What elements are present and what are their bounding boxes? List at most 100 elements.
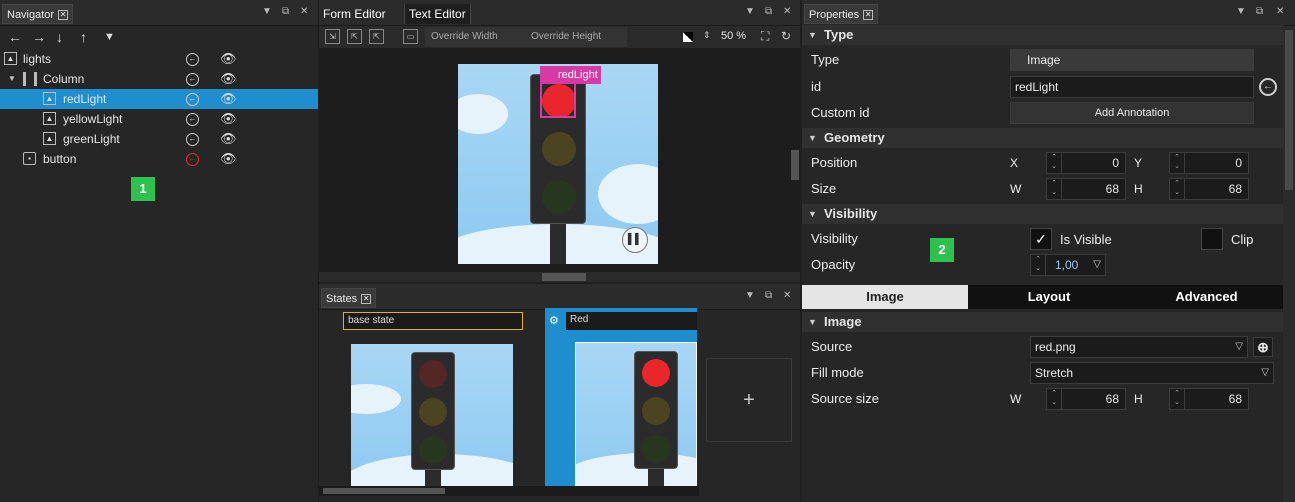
float-icon[interactable]: ⧉ bbox=[1256, 6, 1263, 17]
arrow-down-icon[interactable]: ↓ bbox=[56, 29, 63, 45]
yellow-lamp[interactable] bbox=[542, 132, 576, 166]
arrow-left-icon[interactable]: ← bbox=[8, 29, 22, 45]
opacity-spinbox[interactable]: ⌃ ⌄ 1,00 ▽ bbox=[1030, 254, 1106, 276]
snap-icon[interactable]: ⇱ bbox=[347, 29, 362, 44]
tab-text-editor[interactable]: Text Editor bbox=[404, 4, 471, 24]
close-panel-icon[interactable]: ✕ bbox=[300, 6, 308, 17]
chevron-down-icon[interactable]: ▽ bbox=[1261, 363, 1269, 383]
properties-tab[interactable]: Properties ✕ bbox=[804, 4, 879, 24]
override-width-field[interactable]: Override Width bbox=[425, 27, 525, 47]
tab-image[interactable]: Image bbox=[802, 285, 968, 309]
chevron-down-icon[interactable]: ▽ bbox=[1093, 255, 1101, 275]
alias-export-icon[interactable]: ← bbox=[186, 113, 199, 126]
override-height-field[interactable]: Override Height bbox=[525, 27, 627, 47]
close-panel-icon[interactable]: ✕ bbox=[783, 290, 791, 301]
eye-icon[interactable]: 👁 bbox=[220, 49, 237, 69]
properties-scrollbar[interactable] bbox=[1283, 26, 1295, 502]
base-state-card[interactable]: base state bbox=[341, 310, 541, 490]
float-icon[interactable]: ⧉ bbox=[765, 6, 772, 17]
stepper-icon[interactable]: ⌃ ⌄ bbox=[1047, 179, 1062, 199]
eye-icon[interactable]: 👁 bbox=[220, 129, 237, 149]
bounds-icon[interactable]: ▭ bbox=[403, 29, 418, 44]
tree-row-yellowlight[interactable]: ▲ yellowLight ← 👁 bbox=[0, 109, 318, 129]
tree-row-column[interactable]: ▼ Column ← 👁 bbox=[0, 69, 318, 89]
width-spinbox[interactable]: ⌃ ⌄ 68 bbox=[1046, 178, 1126, 200]
fill-mode-select[interactable]: Stretch ▽ bbox=[1030, 362, 1274, 384]
pause-button[interactable]: ▌▌ bbox=[622, 227, 648, 253]
stepper-icon[interactable]: ⌃ ⌄ bbox=[1047, 153, 1062, 173]
tree-row-greenlight[interactable]: ▲ greenLight ← 👁 bbox=[0, 129, 318, 149]
add-resource-icon[interactable]: ⊕ bbox=[1253, 337, 1273, 357]
base-state-name[interactable]: base state bbox=[343, 312, 523, 330]
navigator-tab[interactable]: Navigator ✕ bbox=[2, 4, 74, 24]
close-icon[interactable]: ✕ bbox=[863, 10, 874, 21]
stepper-icon[interactable]: ⌃ ⌄ bbox=[1170, 389, 1185, 409]
snap-anchor-icon[interactable]: ⇱ bbox=[369, 29, 384, 44]
dropdown-icon[interactable]: ▼ bbox=[745, 6, 755, 17]
section-visibility[interactable]: ▼ Visibility bbox=[802, 204, 1283, 224]
source-select[interactable]: red.png ▽ bbox=[1030, 336, 1248, 358]
tab-form-editor[interactable]: Form Editor bbox=[319, 4, 390, 24]
float-icon[interactable]: ⧉ bbox=[282, 6, 289, 17]
eye-icon[interactable]: 👁 bbox=[220, 109, 237, 129]
states-scrollbar-thumb[interactable] bbox=[323, 488, 445, 494]
stepper-icon[interactable]: ⌃ ⌄ bbox=[1170, 153, 1185, 173]
close-panel-icon[interactable]: ✕ bbox=[783, 6, 791, 17]
close-icon[interactable]: ✕ bbox=[361, 294, 372, 305]
float-icon[interactable]: ⧉ bbox=[765, 290, 772, 301]
arrow-up-icon[interactable]: ↑ bbox=[80, 29, 87, 45]
green-lamp[interactable] bbox=[542, 180, 576, 214]
close-panel-icon[interactable]: ✕ bbox=[1276, 6, 1284, 17]
reset-view-icon[interactable]: ⛶ bbox=[761, 29, 769, 44]
stepper-icon[interactable]: ⌃ ⌄ bbox=[1170, 179, 1185, 199]
states-tab[interactable]: States ✕ bbox=[321, 288, 377, 308]
properties-scrollbar-thumb[interactable] bbox=[1285, 30, 1293, 190]
eye-icon[interactable]: 👁 bbox=[220, 149, 237, 169]
section-type[interactable]: ▼ Type bbox=[802, 25, 1283, 45]
eye-icon[interactable]: 👁 bbox=[220, 69, 237, 89]
vertical-scrollbar[interactable] bbox=[791, 150, 799, 180]
dropdown-icon[interactable]: ▼ bbox=[262, 6, 272, 17]
alias-export-icon[interactable]: ← bbox=[186, 73, 199, 86]
red-state-card[interactable]: ⚙ Red bbox=[545, 308, 697, 492]
design-canvas[interactable]: ▌▌ redLight bbox=[319, 48, 800, 281]
background-color-icon[interactable] bbox=[683, 32, 693, 42]
add-state-button[interactable]: + bbox=[706, 358, 792, 442]
arrow-right-icon[interactable]: → bbox=[32, 29, 46, 45]
tab-layout[interactable]: Layout bbox=[968, 285, 1130, 309]
tree-row-lights[interactable]: ▲ lights ← 👁 bbox=[0, 49, 318, 69]
stepper-icon[interactable]: ⌃ ⌄ bbox=[1047, 389, 1062, 409]
alias-export-icon[interactable]: ← bbox=[186, 153, 199, 166]
eye-icon[interactable]: 👁 bbox=[220, 89, 237, 109]
zoom-stepper-icon[interactable]: ⇕ bbox=[703, 30, 711, 41]
id-input[interactable]: redLight bbox=[1010, 76, 1254, 98]
alias-export-icon[interactable]: ← bbox=[186, 133, 199, 146]
zoom-level[interactable]: 50 % bbox=[721, 30, 746, 42]
height-spinbox[interactable]: ⌃ ⌄ 68 bbox=[1169, 178, 1249, 200]
horizontal-scrollbar[interactable] bbox=[542, 273, 586, 281]
states-scrollbar[interactable] bbox=[319, 486, 699, 496]
dropdown-icon[interactable]: ▼ bbox=[1236, 6, 1246, 17]
tab-advanced[interactable]: Advanced bbox=[1130, 285, 1283, 309]
section-image[interactable]: ▼ Image bbox=[802, 312, 1283, 332]
export-alias-icon[interactable]: ← bbox=[1259, 78, 1277, 96]
anchor-icon[interactable]: ⇲ bbox=[325, 29, 340, 44]
stepper-icon[interactable]: ⌃ ⌄ bbox=[1031, 255, 1046, 275]
red-state-name[interactable]: Red bbox=[566, 312, 697, 330]
filter-icon[interactable]: ▼ bbox=[104, 31, 115, 43]
alias-export-icon[interactable]: ← bbox=[186, 53, 199, 66]
source-width-spinbox[interactable]: ⌃ ⌄ 68 bbox=[1046, 388, 1126, 410]
refresh-icon[interactable]: ↻ bbox=[781, 29, 791, 43]
x-spinbox[interactable]: ⌃ ⌄ 0 bbox=[1046, 152, 1126, 174]
dropdown-icon[interactable]: ▼ bbox=[745, 290, 755, 301]
expand-arrow-icon[interactable]: ▼ bbox=[8, 69, 16, 89]
tree-row-button[interactable]: ▪ button ← 👁 bbox=[0, 149, 318, 169]
tree-row-redlight[interactable]: ▲ redLight ← 👁 bbox=[0, 89, 318, 109]
clip-checkbox[interactable] bbox=[1201, 228, 1223, 250]
chevron-down-icon[interactable]: ▽ bbox=[1235, 337, 1243, 357]
y-spinbox[interactable]: ⌃ ⌄ 0 bbox=[1169, 152, 1249, 174]
source-height-spinbox[interactable]: ⌃ ⌄ 68 bbox=[1169, 388, 1249, 410]
section-geometry[interactable]: ▼ Geometry bbox=[802, 128, 1283, 148]
add-annotation-button[interactable]: Add Annotation bbox=[1010, 102, 1254, 124]
close-icon[interactable]: ✕ bbox=[58, 10, 69, 21]
